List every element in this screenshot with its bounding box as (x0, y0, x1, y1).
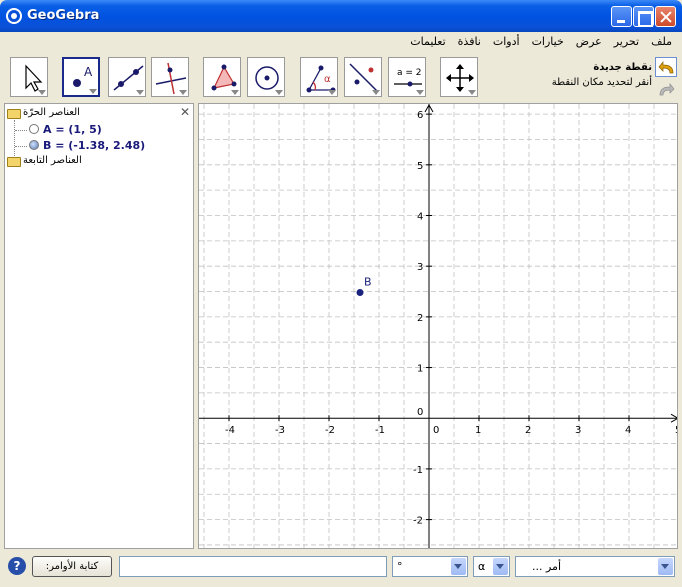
point-b-visibility-toggle[interactable] (29, 140, 39, 150)
menu-options[interactable]: خيارات (526, 32, 570, 52)
maximize-button[interactable] (633, 6, 654, 27)
x-tick-label: 3 (575, 425, 581, 436)
x-tick-label: 5 (675, 425, 678, 436)
point-b[interactable] (356, 289, 364, 297)
alpha-symbol: α (478, 560, 486, 573)
angle-tool-button[interactable]: α (300, 57, 338, 97)
x-tick-label: -2 (325, 425, 335, 436)
command-input-button[interactable]: كتابة الأوامر: (32, 556, 112, 577)
undo-arrow-icon (658, 61, 674, 74)
toolbar: A α a = 2 نقطة جديدة أنقر لتحديد مكان ال… (4, 52, 678, 102)
coordinate-plane[interactable]: -4 -3 -2 -1 0 1 2 3 4 5 -2 -1 0 1 2 3 4 5 6 B (199, 104, 678, 549)
new-point-tool-button[interactable]: A (62, 57, 100, 97)
tool-help-name: نقطة جديدة (593, 62, 652, 73)
free-objects-folder-icon[interactable] (7, 109, 21, 119)
tree-branch (15, 130, 27, 131)
chevron-down-icon[interactable] (451, 558, 466, 575)
graphics-view[interactable]: -4 -3 -2 -1 0 1 2 3 4 5 -2 -1 0 1 2 3 4 5 6 B (198, 103, 678, 549)
move-tool-button[interactable] (10, 57, 48, 97)
x-tick-label: -4 (225, 425, 235, 436)
input-bar: ? كتابة الأوامر: ° α أمر ... (0, 552, 682, 587)
window-title: GeoGebra (27, 8, 100, 23)
x-tick-label: -3 (275, 425, 285, 436)
greek-symbol-dropdown[interactable]: α (473, 556, 510, 577)
tool-help-text: نقطة جديدة أنقر لتحديد مكان النقطة (492, 60, 652, 90)
menu-edit[interactable]: تحرير (608, 32, 645, 52)
free-objects-label[interactable]: العناصر الحرّة (23, 107, 80, 118)
y-tick-label: -1 (413, 465, 423, 476)
geogebra-app-icon[interactable] (6, 8, 22, 24)
y-tick-label: 0 (417, 407, 423, 418)
y-tick-label: 4 (417, 212, 423, 223)
menu-tools[interactable]: أدوات (487, 32, 526, 52)
svg-text:A: A (84, 65, 93, 79)
y-tick-label: 6 (417, 110, 423, 121)
slider-tool-button[interactable]: a = 2 (388, 57, 426, 97)
undo-button[interactable] (655, 57, 677, 77)
x-tick-label: 4 (625, 425, 631, 436)
minimize-button[interactable] (611, 6, 632, 27)
tool-help-description: أنقر لتحديد مكان النقطة (551, 77, 652, 88)
polygon-tool-button[interactable] (203, 57, 241, 97)
reflect-tool-button[interactable] (344, 57, 382, 97)
line-tool-button[interactable] (108, 57, 146, 97)
menu-window[interactable]: نافذة (452, 32, 487, 52)
x-tick-label: 1 (475, 425, 481, 436)
command-placeholder: أمر ... (532, 560, 562, 573)
y-tick-label: -2 (413, 516, 423, 527)
degree-symbol: ° (397, 560, 403, 573)
close-button[interactable] (655, 6, 676, 27)
command-dropdown[interactable]: أمر ... (515, 556, 675, 577)
menu-bar: ملف تحرير عرض خيارات أدوات نافذة تعليمات (4, 32, 678, 52)
menu-help[interactable]: تعليمات (404, 32, 451, 52)
dependent-objects-folder-icon[interactable] (7, 157, 21, 167)
algebra-view: ✕ العناصر الحرّة A = (1, 5) B = (-1.38, … (4, 103, 194, 549)
input-help-icon[interactable]: ? (8, 557, 26, 575)
x-tick-label: 2 (525, 425, 531, 436)
redo-arrow-icon (659, 83, 675, 96)
point-b-definition[interactable]: B = (-1.38, 2.48) (43, 139, 145, 152)
svg-text:α: α (324, 74, 331, 85)
tree-branch (15, 146, 27, 147)
circle-tool-button[interactable] (247, 57, 285, 97)
redo-button[interactable] (655, 80, 677, 100)
menu-file[interactable]: ملف (645, 32, 678, 52)
point-label: B (364, 276, 372, 289)
dependent-objects-label[interactable]: العناصر التابعة (23, 155, 82, 166)
x-tick-label: 0 (433, 425, 439, 436)
move-view-tool-button[interactable] (440, 57, 478, 97)
chevron-down-icon[interactable] (658, 558, 673, 575)
point-a-definition[interactable]: A = (1, 5) (43, 123, 102, 136)
degree-symbol-dropdown[interactable]: ° (392, 556, 468, 577)
y-tick-label: 3 (417, 262, 423, 273)
chevron-down-icon[interactable] (493, 558, 508, 575)
x-tick-label: -1 (375, 425, 385, 436)
tree-line (14, 120, 15, 156)
menu-view[interactable]: عرض (570, 32, 608, 52)
point-a-visibility-toggle[interactable] (29, 124, 39, 134)
y-tick-label: 2 (417, 313, 423, 324)
close-algebra-view-icon[interactable]: ✕ (180, 105, 190, 119)
svg-text:a = 2: a = 2 (397, 68, 422, 78)
input-field[interactable] (119, 556, 387, 577)
y-tick-label: 1 (417, 364, 423, 375)
title-bar: GeoGebra (0, 0, 682, 32)
y-tick-label: 5 (417, 161, 423, 172)
perpendicular-tool-button[interactable] (151, 57, 189, 97)
